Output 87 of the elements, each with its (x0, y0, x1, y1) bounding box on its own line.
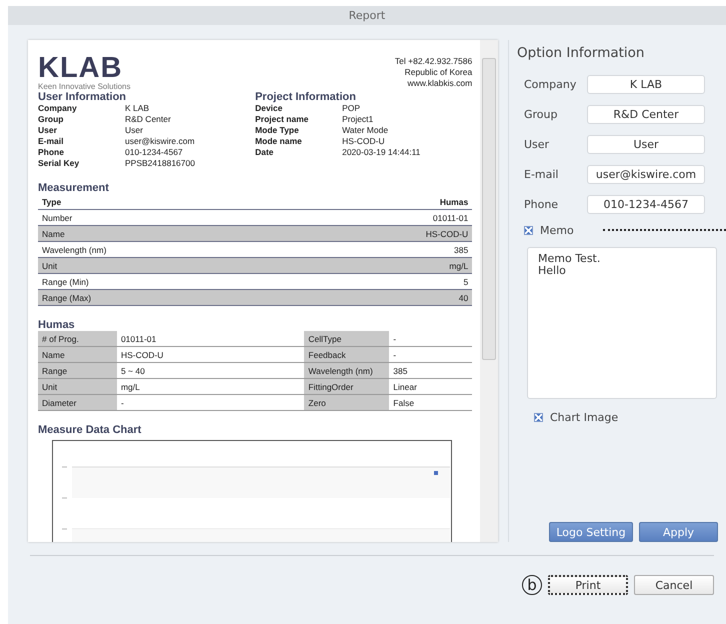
table-cell: mg/L (449, 260, 468, 270)
info-label: Date (255, 147, 275, 158)
info-label: Group (38, 114, 64, 125)
table-cell: CellType (304, 331, 390, 346)
field-label: Group (524, 108, 558, 120)
section-title: Measurement (38, 182, 110, 194)
info-label: Device (255, 103, 284, 114)
table-cell: Unit (42, 260, 58, 270)
input-field[interactable]: 010-1234-4567 (587, 194, 705, 214)
info-value: HS-COD-U (342, 136, 385, 147)
info-label: Mode name (255, 136, 303, 147)
info-value: Water Mode (342, 125, 388, 136)
field-label: Phone (524, 198, 560, 210)
table-cell: Zero (304, 395, 390, 410)
table-cell-text: 5 ~ 40 (120, 364, 146, 378)
table-header: Humas (440, 196, 468, 206)
table-cell-text: HS-COD-U (120, 348, 164, 362)
table-cell: Wavelength (nm) (304, 363, 390, 378)
table-cell-text: mg/L (120, 380, 141, 394)
table-cell: 385 (454, 244, 468, 254)
table-cell: Number (42, 212, 72, 222)
dialog-button[interactable]: Cancel (634, 575, 714, 595)
contact-line: Republic of Korea (404, 67, 472, 78)
contact-line: Tel +82.42.932.7586 (394, 56, 472, 67)
table-cell-text: False (392, 396, 416, 410)
info-label: E-mail (38, 136, 65, 147)
info-label: Project name (255, 114, 310, 125)
panel-title: Option Information (517, 45, 646, 61)
table-cell: Name (38, 347, 117, 362)
table-cell-text: - (120, 396, 125, 410)
table-cell: HS-COD-U (426, 228, 468, 238)
table-cell: FittingOrder (304, 379, 390, 394)
section-title: Project Information (255, 91, 357, 103)
info-label: Serial Key (38, 158, 80, 169)
section-title: User Information (38, 91, 128, 103)
memo-field[interactable]: Memo Test. Hello (527, 247, 717, 399)
info-value: user@kiswire.com (125, 136, 195, 147)
info-label: User (38, 125, 58, 136)
checkbox[interactable] (534, 412, 543, 422)
table-cell: Name (42, 228, 65, 238)
table-cell-text: 01011-01 (120, 332, 158, 346)
scrollbar[interactable] (480, 40, 498, 542)
info-value: R&D Center (125, 114, 171, 125)
table-cell: 40 (458, 292, 468, 302)
info-value: K LAB (125, 103, 150, 114)
table-cell: Wavelength (nm) (42, 244, 106, 254)
info-label: Company (38, 103, 78, 114)
checkbox-label: Chart Image (550, 410, 618, 424)
input-field[interactable]: User (587, 134, 705, 154)
table-cell-text: - (392, 332, 398, 346)
info-label: Phone (38, 147, 65, 158)
table-cell: Range (Min) (42, 276, 89, 286)
input-field[interactable]: user@kiswire.com (587, 164, 705, 184)
checkbox[interactable] (524, 226, 533, 234)
logo: KLAB (38, 54, 123, 82)
info-value: PPSB2418816700 (125, 158, 195, 169)
dialog-button[interactable]: Print (548, 575, 628, 595)
field-label: User (524, 138, 550, 150)
table-cell: 01011-01 (432, 212, 468, 222)
window-title: Report (348, 9, 386, 22)
callout-label: b (522, 575, 542, 595)
info-value: Project1 (342, 114, 374, 125)
info-label: Mode Type (255, 125, 300, 136)
table-cell-text: 385 (392, 364, 408, 378)
contact-line: www.klabkis.com (406, 78, 472, 89)
field-label: E-mail (524, 168, 560, 180)
table-cell-text: - (392, 348, 398, 362)
table-cell: Unit (38, 379, 117, 394)
table-cell: # of Prog. (38, 331, 117, 346)
section-title: Humas (38, 319, 76, 331)
info-value: 2020-03-19 14:44:11 (342, 147, 420, 158)
input-field[interactable]: R&D Center (587, 104, 705, 124)
field-label: Company (524, 78, 578, 90)
section-title: Measure Data Chart (38, 424, 142, 436)
table-header: Type (42, 196, 62, 206)
info-value: POP (342, 103, 360, 114)
table-cell-text: Linear (392, 380, 418, 394)
table-cell: Feedback (304, 347, 390, 362)
info-value: 010-1234-4567 (125, 147, 183, 158)
table-cell: Diameter (38, 395, 117, 410)
table-cell: Range (38, 363, 117, 378)
input-field[interactable]: K LAB (587, 74, 705, 94)
checkbox-label: Memo (540, 224, 574, 236)
info-value: User (125, 125, 143, 136)
logo-tagline: Keen Innovative Solutions (38, 82, 131, 91)
table-cell: Range (Max) (42, 292, 92, 302)
table-cell: 5 (463, 276, 468, 286)
